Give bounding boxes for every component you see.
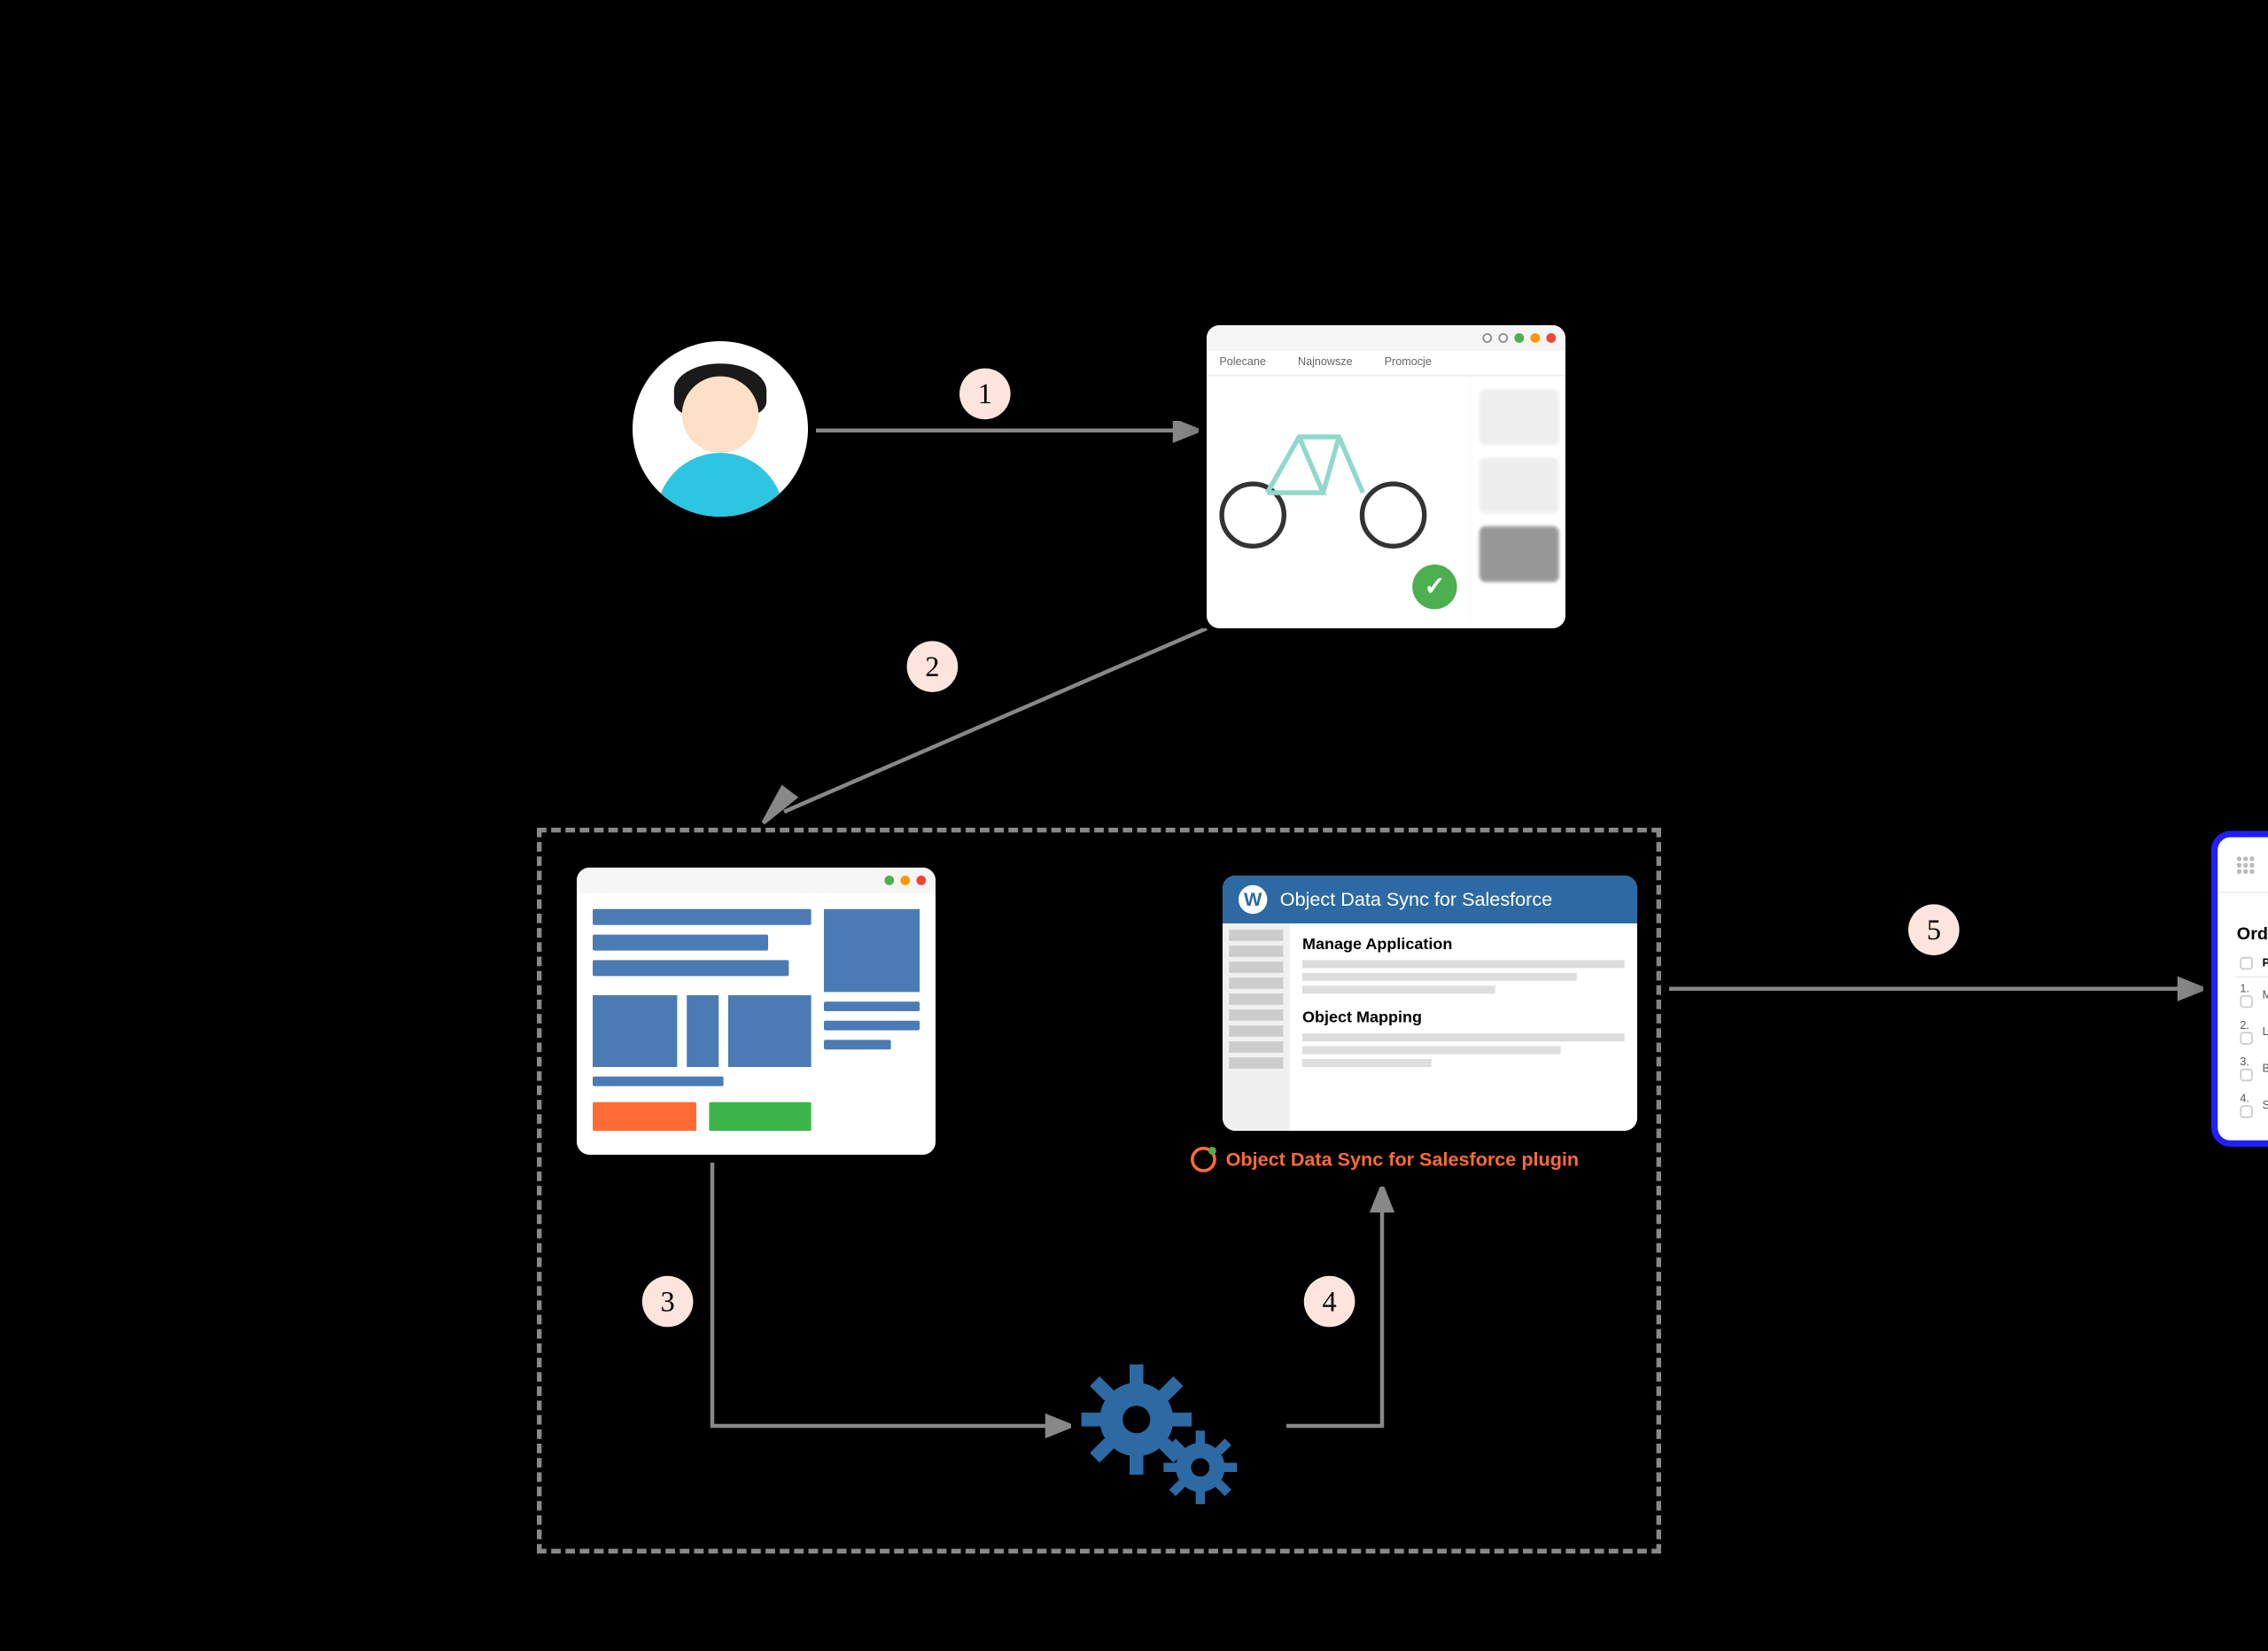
step-badge-1: 1 bbox=[959, 369, 1011, 420]
table-row: 2. Laptop013500$Gold plazaNet banking bbox=[2237, 1015, 2268, 1051]
bicycle-image bbox=[1219, 405, 1426, 549]
product-tab: Najnowsze bbox=[1298, 357, 1353, 369]
wp-section-heading: Manage Application bbox=[1302, 936, 1625, 954]
table-row: 3. Bag0520$Diamond heightsCOD bbox=[2237, 1051, 2268, 1087]
check-icon: ✓ bbox=[1412, 565, 1456, 609]
app-launcher-icon bbox=[2237, 856, 2255, 874]
product-tab: Promocje bbox=[1385, 357, 1432, 369]
salesforce-window: Service Home Chatter Accounts ▾ Salesfor… bbox=[2211, 831, 2268, 1147]
sf-orders-table: Product Qty Price Address Mode of Pay 1.… bbox=[2237, 951, 2268, 1125]
arrow-2 bbox=[760, 628, 1223, 836]
checkout-window bbox=[577, 868, 936, 1155]
step-badge-2: 2 bbox=[907, 641, 959, 692]
step-badge-5: 5 bbox=[1908, 904, 1960, 955]
wordpress-icon: W bbox=[1239, 885, 1267, 914]
wp-plugin-title: Object Data Sync for Salesforce bbox=[1280, 888, 1552, 910]
product-tab: Polecane bbox=[1219, 357, 1266, 369]
wp-section-heading: Object Mapping bbox=[1302, 1009, 1625, 1027]
wp-plugin-window: W Object Data Sync for Salesforce Manage… bbox=[1223, 876, 1637, 1131]
sf-page-title: Order Details bbox=[2218, 919, 2268, 951]
user-icon bbox=[633, 341, 808, 517]
product-window: Polecane Najnowsze Promocje ✓ bbox=[1207, 325, 1565, 628]
table-row: 4. Shoes0115$Old townCOD bbox=[2237, 1087, 2268, 1124]
step-badge-3: 3 bbox=[642, 1276, 694, 1328]
arrow-5 bbox=[1669, 976, 2203, 1008]
sync-icon bbox=[1191, 1147, 1216, 1172]
diagram-canvas: 1 Polecane Najnowsze Promocje ✓ 2 bbox=[505, 293, 2268, 1651]
arrow-1 bbox=[816, 421, 1199, 453]
step-badge-4: 4 bbox=[1304, 1276, 1355, 1328]
arrow-3 bbox=[704, 1163, 1071, 1450]
table-row: 1. Mobile01150$Street 01COD bbox=[2237, 977, 2268, 1014]
wp-plugin-caption: Object Data Sync for Salesforce plugin bbox=[1191, 1147, 1579, 1172]
gears-icon bbox=[1079, 1362, 1270, 1522]
